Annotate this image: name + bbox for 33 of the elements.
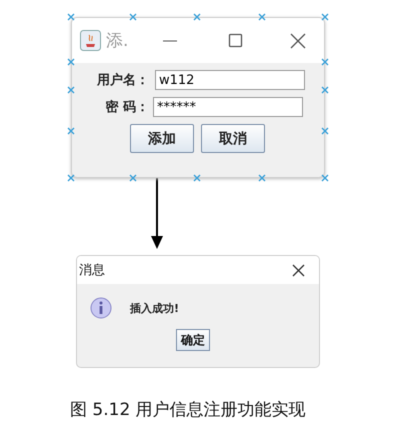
handle-icon[interactable] xyxy=(129,13,137,21)
close-icon[interactable] xyxy=(292,264,305,276)
window-title: 添. xyxy=(106,30,128,52)
input-field[interactable]: w112 xyxy=(155,70,305,90)
handle-icon[interactable] xyxy=(321,86,329,94)
field-label: 密 码： xyxy=(104,98,149,116)
message-text: 插入成功! xyxy=(130,300,180,316)
handle-icon[interactable] xyxy=(321,58,329,66)
close-icon[interactable] xyxy=(290,32,306,48)
handle-icon[interactable] xyxy=(321,174,329,182)
handle-icon[interactable] xyxy=(258,13,266,21)
handle-icon[interactable] xyxy=(321,127,329,135)
ok-button[interactable]: 确定 xyxy=(176,329,210,351)
handle-icon[interactable] xyxy=(67,174,75,182)
handle-icon[interactable] xyxy=(129,174,137,182)
info-icon xyxy=(90,297,112,319)
handle-icon[interactable] xyxy=(193,13,201,21)
cancel-button[interactable]: 取消 xyxy=(201,124,265,153)
dialog-title: 消息 xyxy=(79,262,105,279)
add-button[interactable]: 添加 xyxy=(130,124,194,153)
figure-caption: 图 5.12 用户信息注册功能实现 xyxy=(70,400,306,420)
arrow xyxy=(151,178,163,249)
maximize-icon[interactable] xyxy=(228,32,243,48)
handle-icon[interactable] xyxy=(67,86,75,94)
input-field[interactable]: ****** xyxy=(153,97,303,117)
handle-icon[interactable] xyxy=(67,58,75,66)
app-icon xyxy=(80,30,101,51)
handle-icon[interactable] xyxy=(321,13,329,21)
handle-icon[interactable] xyxy=(67,13,75,21)
field-label: 用户名： xyxy=(96,72,149,89)
handle-icon[interactable] xyxy=(258,174,266,182)
handle-icon[interactable] xyxy=(67,127,75,135)
handle-icon[interactable] xyxy=(193,174,201,182)
